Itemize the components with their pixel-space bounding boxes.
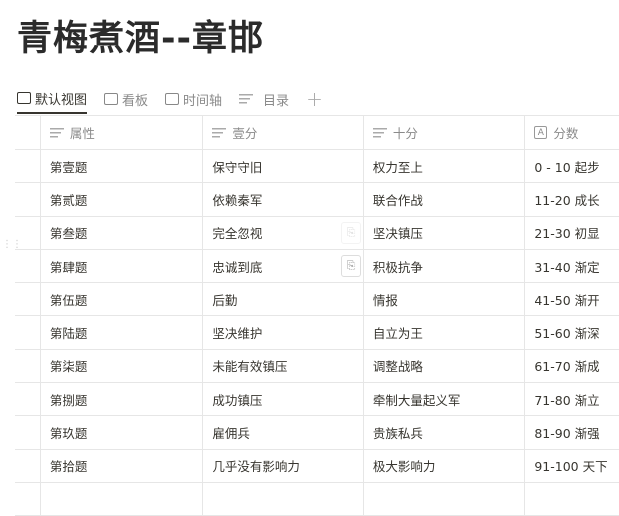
table-cell[interactable]: 贵族私兵 bbox=[364, 416, 526, 449]
table-icon bbox=[17, 92, 31, 104]
row-gutter bbox=[15, 349, 41, 383]
tab-timeline[interactable]: 时间轴 bbox=[165, 84, 222, 114]
tab-label: 时间轴 bbox=[183, 93, 223, 109]
table-row: 第肆题 忠诚到底 积极抗争 31-40 渐定 bbox=[15, 249, 619, 284]
column-label: 壹分 bbox=[232, 126, 258, 141]
table-cell[interactable]: 牵制大量起义军 bbox=[364, 383, 526, 416]
table-row: 第柒题 未能有效镇压 调整战略 61-70 渐成 bbox=[15, 349, 619, 384]
view-tabs: 默认视图 看板 时间轴 目录 + bbox=[17, 84, 340, 114]
tab-label: 默认视图 bbox=[35, 92, 88, 108]
table-cell[interactable]: 第伍题 bbox=[41, 283, 204, 316]
row-gutter bbox=[15, 249, 41, 283]
table-header: 属性 壹分 十分 A 分数 bbox=[15, 116, 619, 150]
table-cell[interactable]: 81-90 渐强 bbox=[525, 416, 619, 448]
table-cell[interactable]: 第陆题 bbox=[41, 316, 204, 349]
table-row: 第壹题 保守守旧 权力至上 0 - 10 起步 bbox=[15, 150, 619, 184]
table-cell[interactable]: 未能有效镇压 bbox=[203, 349, 364, 383]
table-cell[interactable]: 坚决镇压 bbox=[364, 216, 526, 249]
table-cell[interactable]: 保守守旧 bbox=[203, 150, 364, 183]
table-cell[interactable]: 极大影响力 bbox=[364, 449, 526, 482]
copy-icon[interactable]: ⎘ bbox=[341, 222, 361, 244]
row-gutter bbox=[15, 316, 41, 349]
table-cell[interactable] bbox=[203, 482, 364, 516]
table-cell[interactable] bbox=[525, 483, 619, 515]
column-label: 属性 bbox=[69, 126, 95, 141]
table-cell[interactable]: 第壹题 bbox=[41, 150, 204, 183]
list-icon bbox=[239, 94, 254, 104]
column-header-attribute[interactable]: 属性 bbox=[41, 116, 204, 149]
row-gutter bbox=[15, 449, 41, 482]
table-cell[interactable]: 91-100 天下 bbox=[525, 450, 619, 482]
table-cell[interactable]: 61-70 渐成 bbox=[525, 350, 619, 382]
table-cell[interactable]: 11-20 成长 bbox=[525, 183, 619, 215]
table-cell[interactable]: 第叁题 bbox=[41, 216, 204, 249]
database-table: 属性 壹分 十分 A 分数 第壹题 保守守旧 权力至上 0 - 10 起步 第贰题 依赖秦军… bbox=[15, 115, 619, 516]
row-gutter bbox=[15, 183, 41, 216]
table-cell[interactable]: 联合作战 bbox=[364, 183, 526, 216]
title-property-icon: A bbox=[534, 126, 548, 139]
table-cell[interactable]: 雇佣兵 bbox=[203, 416, 364, 449]
timeline-icon bbox=[165, 93, 180, 105]
table-cell[interactable]: 成功镇压 bbox=[203, 383, 364, 416]
table-cell[interactable]: 完全忽视 bbox=[203, 216, 364, 249]
row-gutter bbox=[15, 482, 41, 516]
table-cell[interactable]: 第柒题 bbox=[41, 349, 204, 383]
table-cell[interactable]: 忠诚到底 bbox=[203, 249, 364, 283]
table-row: 第玖题 雇佣兵 贵族私兵 81-90 渐强 bbox=[15, 416, 619, 450]
row-gutter bbox=[15, 283, 41, 316]
column-label: 十分 bbox=[392, 126, 418, 141]
table-cell[interactable]: 第捌题 bbox=[41, 383, 204, 416]
row-gutter bbox=[15, 383, 41, 416]
table-row: 第拾题 几乎没有影响力 极大影响力 91-100 天下 bbox=[15, 449, 619, 483]
table-cell[interactable]: 坚决维护 bbox=[203, 316, 364, 349]
table-cell[interactable] bbox=[41, 482, 204, 516]
table-cell[interactable]: 权力至上 bbox=[364, 150, 526, 183]
table-cell[interactable]: 情报 bbox=[364, 283, 526, 316]
table-cell[interactable]: 调整战略 bbox=[364, 349, 526, 383]
tab-board[interactable]: 看板 bbox=[104, 84, 148, 114]
table-cell[interactable]: 71-80 渐立 bbox=[525, 383, 619, 415]
table-row: 第陆题 坚决维护 自立为王 51-60 渐深 bbox=[15, 316, 619, 350]
table-row: 第叁题 完全忽视 坚决镇压 21-30 初显 bbox=[15, 216, 619, 250]
page-title: 青梅煮酒--章邯 bbox=[17, 19, 265, 59]
table-cell[interactable]: 第拾题 bbox=[41, 449, 204, 482]
column-header-score[interactable]: A 分数 bbox=[525, 116, 619, 149]
text-property-icon bbox=[372, 127, 387, 138]
row-gutter bbox=[15, 150, 41, 183]
table-cell[interactable] bbox=[364, 482, 526, 516]
table-cell[interactable]: 31-40 渐定 bbox=[525, 250, 619, 282]
table-cell[interactable]: 0 - 10 起步 bbox=[525, 150, 619, 182]
table-cell[interactable]: 第玖题 bbox=[41, 416, 204, 449]
table-cell[interactable]: 41-50 渐开 bbox=[525, 283, 619, 315]
table-cell[interactable]: 依赖秦军 bbox=[203, 183, 364, 216]
tab-label: 目录 bbox=[263, 93, 290, 109]
table-row: 第伍题 后勤 情报 41-50 渐开 bbox=[15, 283, 619, 317]
add-view-button[interactable]: + bbox=[306, 84, 323, 114]
tab-label: 看板 bbox=[122, 93, 149, 109]
table-cell[interactable]: 几乎没有影响力 bbox=[203, 449, 364, 482]
table-cell[interactable]: 第肆题 bbox=[41, 249, 204, 283]
board-icon bbox=[104, 93, 119, 105]
empty-row[interactable] bbox=[15, 482, 619, 516]
column-label: 分数 bbox=[553, 126, 579, 141]
tab-directory[interactable]: 目录 bbox=[239, 84, 289, 114]
table-cell[interactable]: 第贰题 bbox=[41, 183, 204, 216]
table-cell[interactable]: 后勤 bbox=[203, 283, 364, 316]
table-cell[interactable]: 自立为王 bbox=[364, 316, 526, 349]
table-cell[interactable]: 21-30 初显 bbox=[525, 217, 619, 249]
table-cell[interactable]: 积极抗争 bbox=[364, 249, 526, 283]
table-cell[interactable]: 51-60 渐深 bbox=[525, 316, 619, 348]
column-header-one-point[interactable]: 壹分 bbox=[203, 116, 364, 149]
row-gutter bbox=[15, 216, 41, 249]
table-row: 第捌题 成功镇压 牵制大量起义军 71-80 渐立 bbox=[15, 383, 619, 417]
copy-icon[interactable]: ⎘ bbox=[341, 255, 361, 277]
row-gutter bbox=[15, 416, 41, 449]
column-header-ten-point[interactable]: 十分 bbox=[364, 116, 526, 149]
text-property-icon bbox=[212, 127, 227, 138]
text-property-icon bbox=[49, 127, 64, 138]
row-gutter bbox=[15, 116, 41, 149]
tab-default-view[interactable]: 默认视图 bbox=[17, 84, 88, 114]
table-row: 第贰题 依赖秦军 联合作战 11-20 成长 bbox=[15, 183, 619, 217]
